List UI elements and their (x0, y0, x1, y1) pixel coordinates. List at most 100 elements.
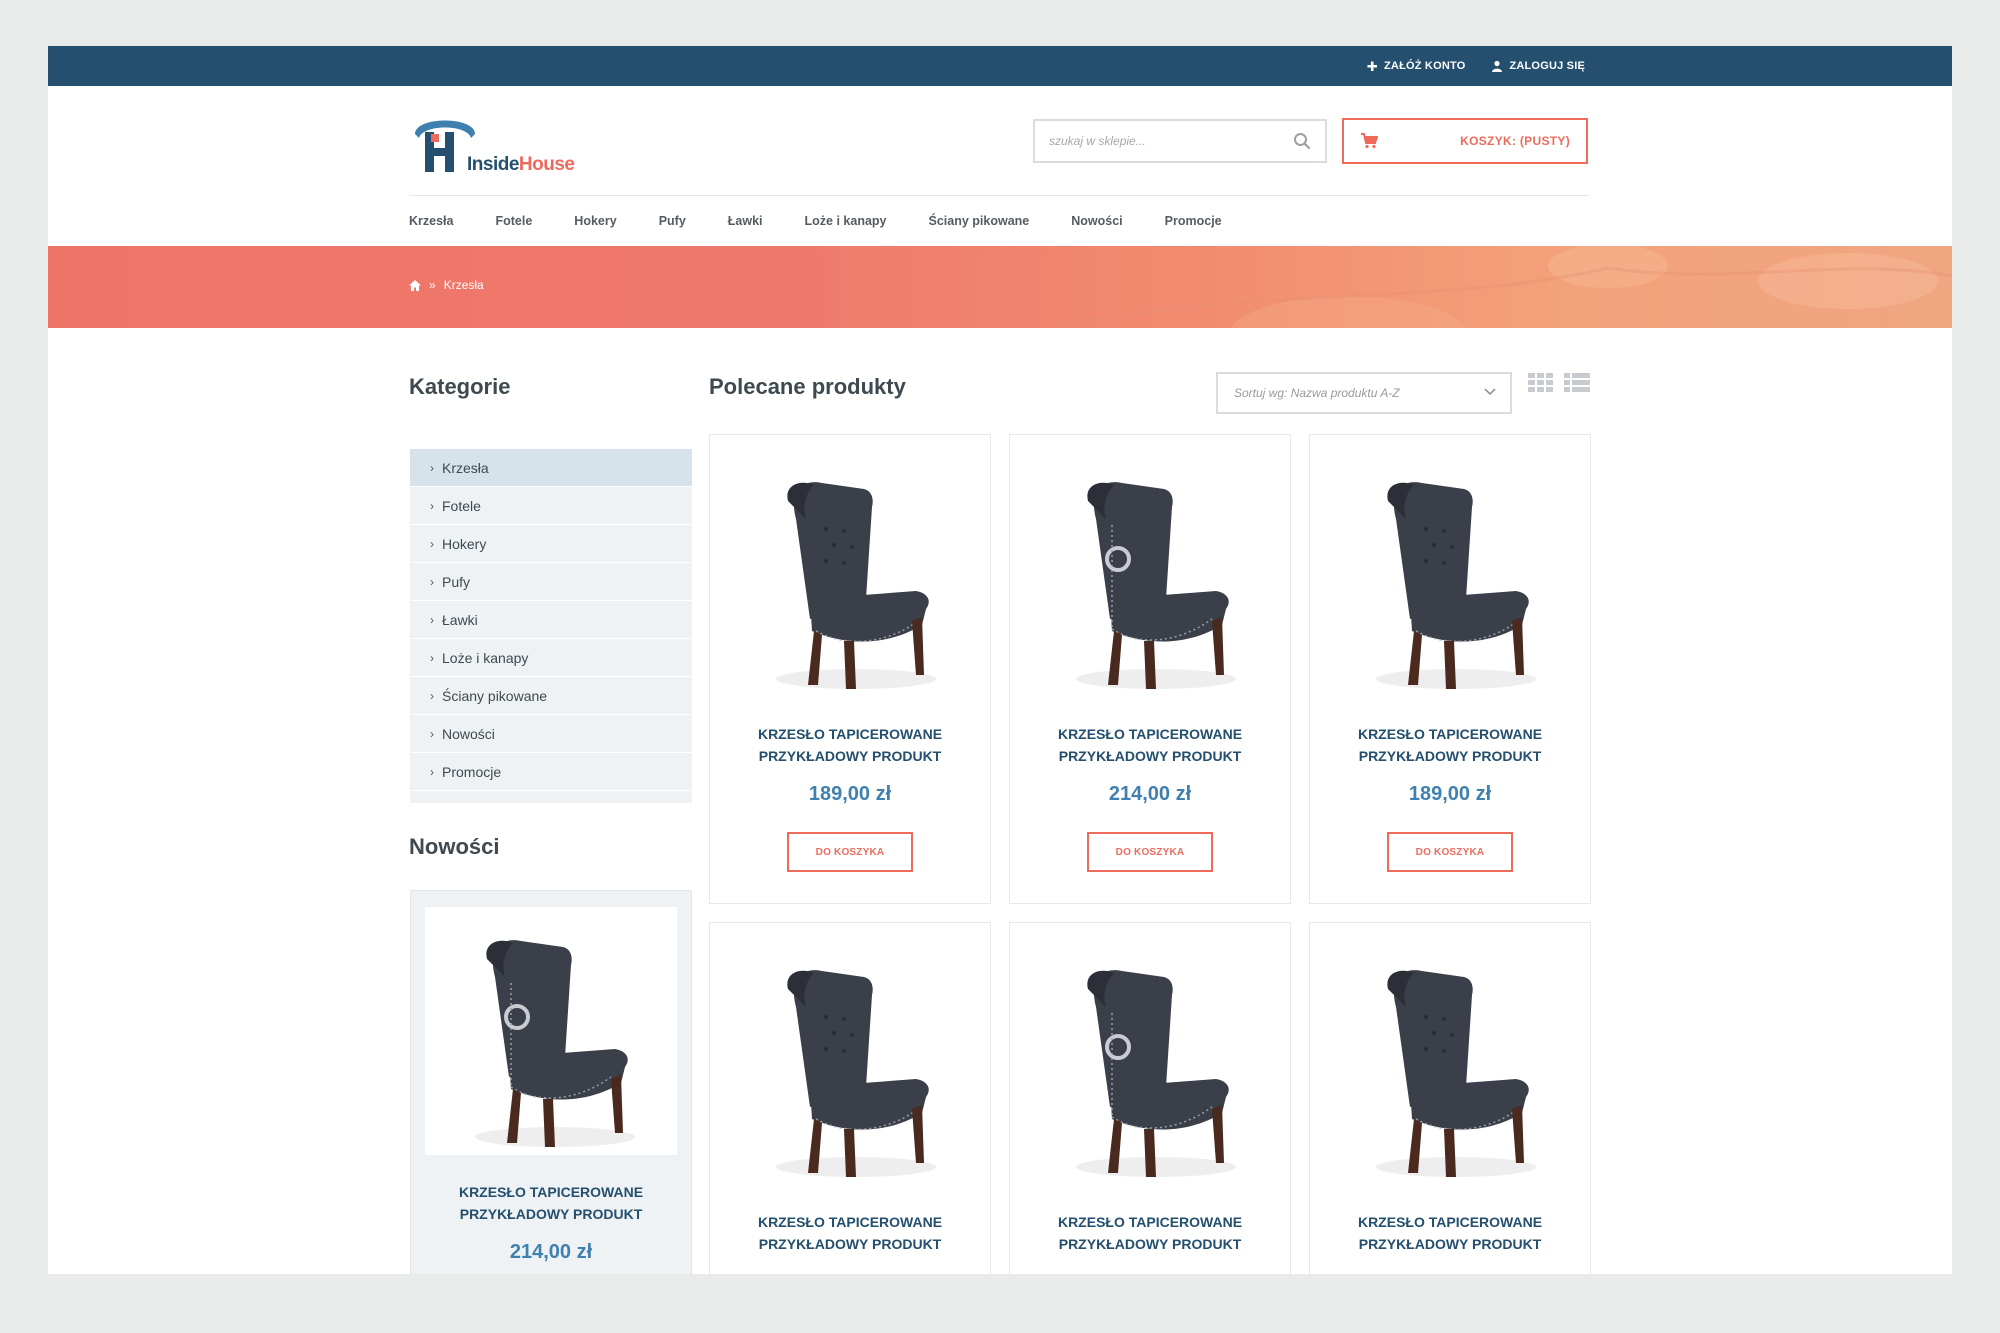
category-banner: » Krzesła (48, 246, 1952, 328)
register-link[interactable]: ✚ ZAŁÓŻ KONTO (1367, 60, 1466, 73)
product-name[interactable]: KRZESŁO TAPICEROWANE PRZYKŁADOWY PRODUKT (710, 1211, 990, 1255)
add-to-cart-button[interactable]: DO KOSZYKA (1087, 832, 1213, 872)
search-icon[interactable] (1293, 132, 1311, 150)
product-image[interactable] (726, 937, 974, 1185)
chair-illustration (1076, 482, 1236, 689)
chair-illustration (1376, 482, 1536, 689)
chair-illustration (776, 970, 936, 1177)
category-item-fotele[interactable]: › Fotele (410, 487, 692, 525)
product-name[interactable]: KRZESŁO TAPICEROWANE PRZYKŁADOWY PRODUKT (1310, 723, 1590, 767)
nav-item-lawki[interactable]: Ławki (728, 214, 763, 238)
new-products-heading: Nowości (409, 834, 500, 859)
product-name[interactable]: KRZESŁO TAPICEROWANE PRZYKŁADOWY PRODUKT (411, 1181, 691, 1225)
category-label: Ławki (442, 611, 478, 628)
product-image[interactable] (425, 907, 677, 1155)
banner-texture (1047, 246, 1952, 328)
register-label: ZAŁÓŻ KONTO (1384, 60, 1466, 72)
category-list: › Krzesła › Fotele › Hokery › Pufy › Ławki › L… (410, 449, 692, 803)
category-label: Nowości (442, 725, 495, 742)
login-link[interactable]: ZALOGUJ SIĘ (1491, 60, 1585, 72)
nav-item-krzesla[interactable]: Krzesła (409, 214, 453, 238)
grid-view-icon[interactable] (1528, 373, 1554, 393)
user-icon (1492, 60, 1503, 72)
category-item-sciany-pikowane[interactable]: › Ściany pikowane (410, 677, 692, 715)
add-to-cart-button[interactable]: DO KOSZYKA (787, 832, 913, 872)
product-name[interactable]: KRZESŁO TAPICEROWANE PRZYKŁADOWY PRODUKT (1010, 723, 1290, 767)
cart-button[interactable]: KOSZYK: (PUSTY) (1342, 118, 1588, 164)
category-label: Fotele (442, 497, 481, 514)
category-label: Ściany pikowane (442, 687, 548, 704)
category-item-nowosci[interactable]: › Nowości (410, 715, 692, 753)
category-label: Loże i kanapy (442, 649, 529, 666)
home-icon[interactable] (409, 279, 421, 291)
nav-item-promocje[interactable]: Promocje (1165, 214, 1222, 238)
chair-illustration (475, 940, 635, 1147)
chevron-right-icon: › (430, 498, 434, 513)
product-name[interactable]: KRZESŁO TAPICEROWANE PRZYKŁADOWY PRODUKT (710, 723, 990, 767)
main-nav: Krzesła Fotele Hokery Pufy Ławki Loże i … (409, 214, 1222, 238)
chevron-right-icon: › (430, 460, 434, 475)
product-image[interactable] (1026, 937, 1274, 1185)
product-card: KRZESŁO TAPICEROWANE PRZYKŁADOWY PRODUKT (1009, 922, 1291, 1274)
product-card: KRZESŁO TAPICEROWANE PRZYKŁADOWY PRODUKT (1309, 922, 1591, 1274)
chair-illustration (776, 482, 936, 689)
product-image[interactable] (1326, 449, 1574, 697)
cart-icon (1361, 133, 1378, 149)
nav-item-fotele[interactable]: Fotele (495, 214, 532, 238)
breadcrumb: » Krzesła (409, 278, 484, 292)
category-item-loze-i-kanapy[interactable]: › Loże i kanapy (410, 639, 692, 677)
nav-item-sciany-pikowane[interactable]: Ściany pikowane (929, 214, 1030, 238)
product-price: 214,00 zł (1108, 783, 1192, 805)
product-card: KRZESŁO TAPICEROWANE PRZYKŁADOWY PRODUKT … (1309, 434, 1591, 904)
product-price: 214,00 zł (509, 1241, 593, 1263)
top-bar: ✚ ZAŁÓŻ KONTO ZALOGUJ SIĘ (48, 46, 1952, 86)
nav-item-nowosci[interactable]: Nowości (1071, 214, 1122, 238)
category-label: Promocje (442, 763, 502, 780)
product-card: KRZESŁO TAPICEROWANE PRZYKŁADOWY PRODUKT (709, 922, 991, 1274)
cart-label: KOSZYK: (PUSTY) (1460, 134, 1570, 148)
product-name[interactable]: KRZESŁO TAPICEROWANE PRZYKŁADOWY PRODUKT (1010, 1211, 1290, 1255)
add-to-cart-button[interactable]: DO KOSZYKA (1387, 832, 1513, 872)
chevron-right-icon: › (430, 574, 434, 589)
sort-label: Sortuj wg: Nazwa produktu A-Z (1234, 386, 1400, 400)
nav-item-hokery[interactable]: Hokery (574, 214, 616, 238)
chevron-right-icon: › (430, 612, 434, 627)
category-item-promocje[interactable]: › Promocje (410, 753, 692, 791)
breadcrumb-separator: » (429, 278, 436, 292)
chevron-right-icon: › (430, 650, 434, 665)
category-item-hokery[interactable]: › Hokery (410, 525, 692, 563)
chair-illustration (1376, 970, 1536, 1177)
breadcrumb-current[interactable]: Krzesła (444, 278, 484, 292)
category-item-lawki[interactable]: › Ławki (410, 601, 692, 639)
chevron-right-icon: › (430, 726, 434, 741)
chevron-right-icon: › (430, 688, 434, 703)
product-image[interactable] (726, 449, 974, 697)
product-card: KRZESŁO TAPICEROWANE PRZYKŁADOWY PRODUKT … (709, 434, 991, 904)
category-item-krzesla[interactable]: › Krzesła (410, 449, 692, 487)
page-title: Polecane produkty (709, 374, 906, 399)
nav-item-loze-i-kanapy[interactable]: Loże i kanapy (805, 214, 887, 238)
search-input[interactable] (1049, 131, 1279, 151)
category-label: Krzesła (442, 459, 489, 476)
product-price: 189,00 zł (808, 783, 892, 805)
logo-text: InsideHouse (467, 154, 575, 175)
login-label: ZALOGUJ SIĘ (1509, 60, 1585, 72)
product-name[interactable]: KRZESŁO TAPICEROWANE PRZYKŁADOWY PRODUKT (1310, 1211, 1590, 1255)
page-frame: ✚ ZAŁÓŻ KONTO ZALOGUJ SIĘ InsideHouse KO… (48, 46, 1952, 1274)
category-label: Pufy (442, 573, 471, 590)
product-card: KRZESŁO TAPICEROWANE PRZYKŁADOWY PRODUKT … (1009, 434, 1291, 904)
new-product-card: KRZESŁO TAPICEROWANE PRZYKŁADOWY PRODUKT … (410, 890, 692, 1274)
nav-item-pufy[interactable]: Pufy (659, 214, 686, 238)
category-item-pufy[interactable]: › Pufy (410, 563, 692, 601)
product-image[interactable] (1026, 449, 1274, 697)
search-box (1033, 119, 1327, 163)
chevron-down-icon (1484, 388, 1496, 396)
product-image[interactable] (1326, 937, 1574, 1185)
logo[interactable]: InsideHouse (409, 104, 589, 184)
chevron-right-icon: › (430, 536, 434, 551)
product-price: 189,00 zł (1408, 783, 1492, 805)
list-view-icon[interactable] (1564, 373, 1590, 393)
plus-icon: ✚ (1366, 58, 1379, 74)
chevron-right-icon: › (430, 764, 434, 779)
sort-select[interactable]: Sortuj wg: Nazwa produktu A-Z (1216, 372, 1512, 414)
